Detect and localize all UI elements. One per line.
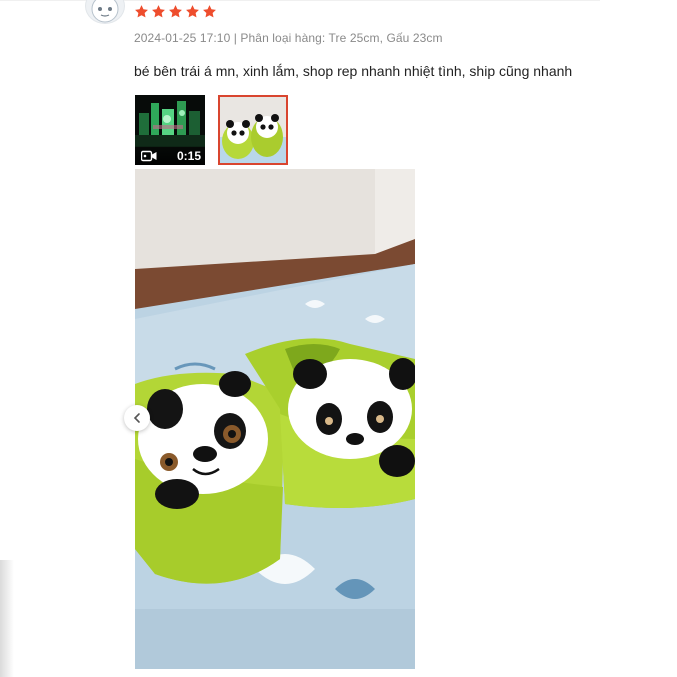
video-thumbnail[interactable]: 0:15 (135, 95, 205, 165)
star-icon (169, 5, 182, 18)
video-duration: 0:15 (176, 149, 201, 163)
previous-photo-button[interactable] (124, 405, 150, 431)
photo-preview-image (220, 97, 286, 163)
panda-plush-photo (135, 169, 415, 669)
star-rating (134, 4, 217, 19)
review-comment: bé bên trái á mn, xinh lắm, shop rep nha… (134, 63, 573, 79)
review-meta: 2024-01-25 17:10 | Phân loại hàng: Tre 2… (134, 31, 443, 45)
star-icon (186, 5, 199, 18)
user-avatar-icon (91, 0, 119, 23)
chevron-left-icon (133, 413, 140, 423)
star-icon (152, 5, 165, 18)
main-review-photo[interactable] (135, 169, 415, 669)
star-icon (203, 5, 216, 18)
edge-shadow (0, 560, 14, 677)
avatar[interactable] (85, 0, 125, 24)
star-icon (135, 5, 148, 18)
photo-thumbnail[interactable] (218, 95, 288, 165)
video-camera-icon (141, 150, 157, 162)
